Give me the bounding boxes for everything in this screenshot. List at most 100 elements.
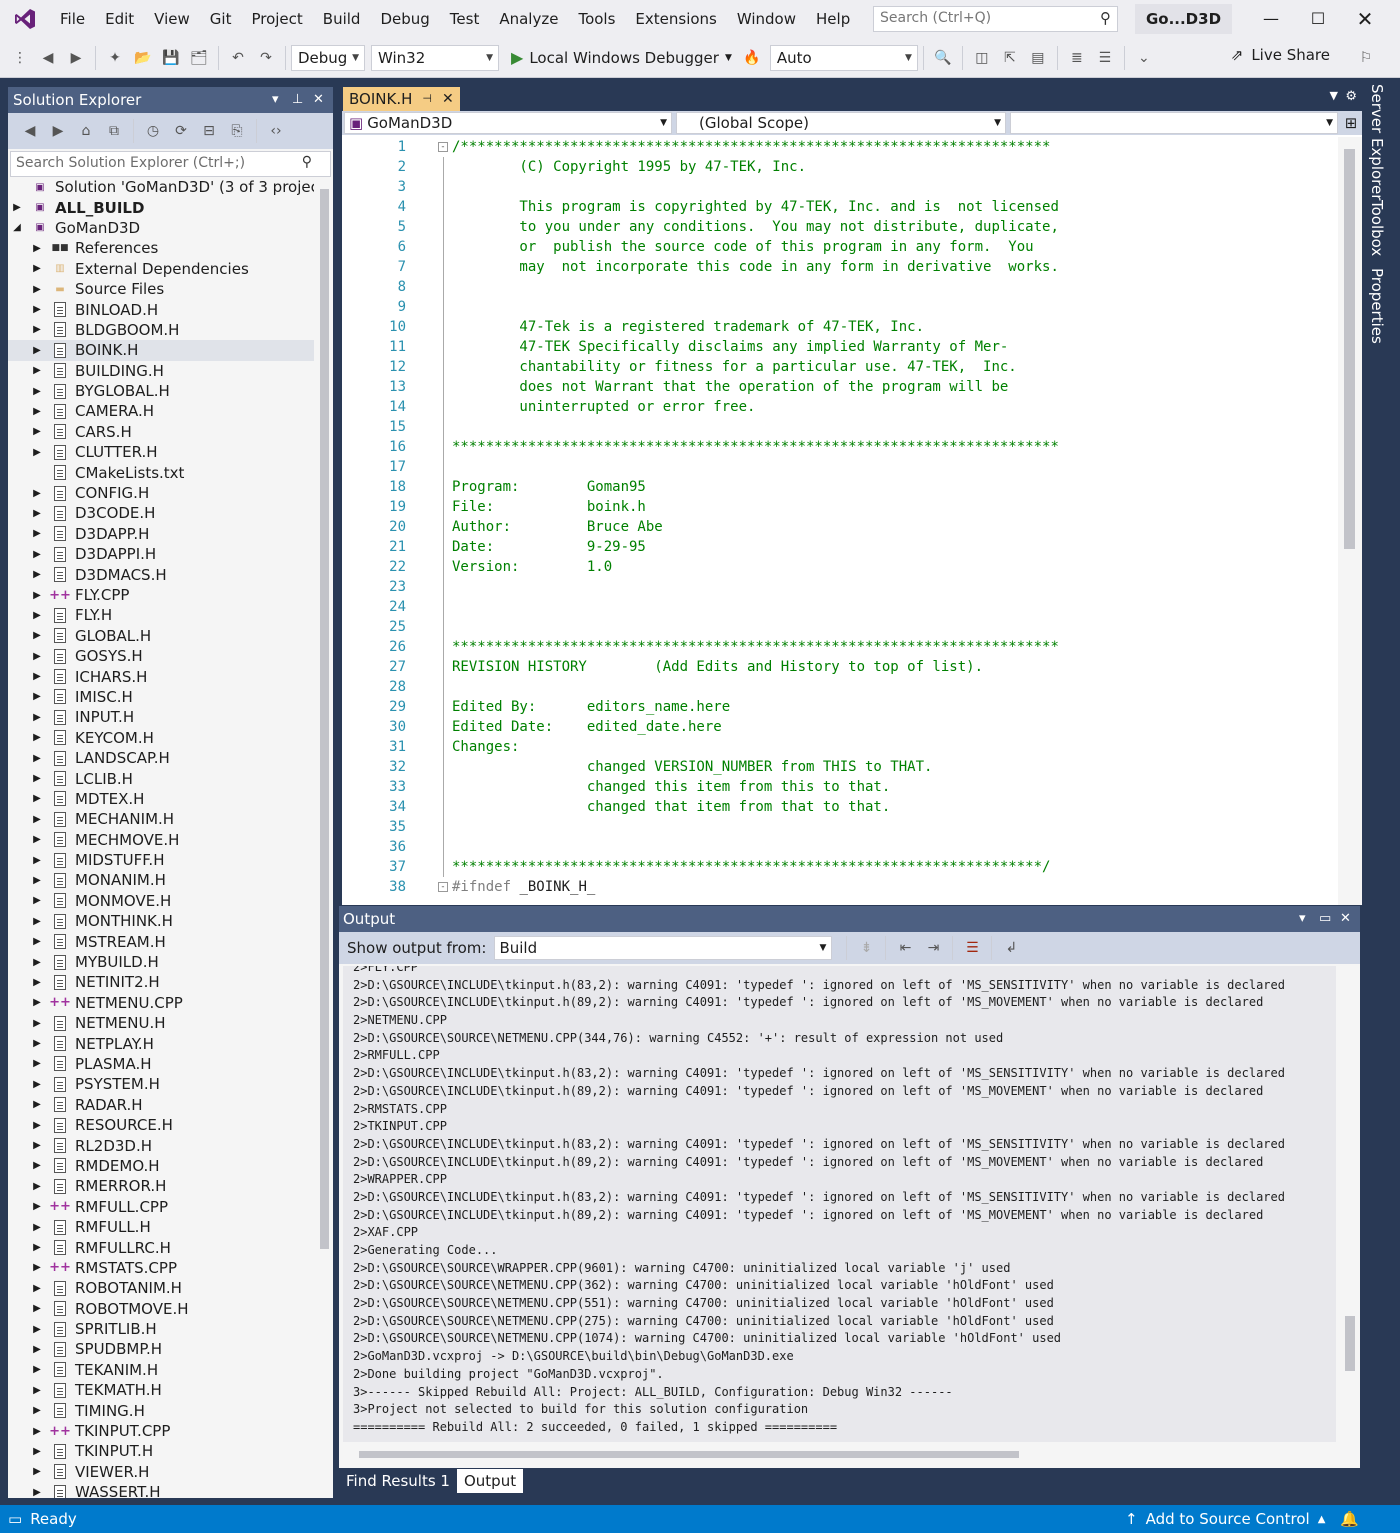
panel-options-icon[interactable]: ▾	[1299, 906, 1306, 932]
scrollbar-thumb[interactable]	[320, 189, 329, 1249]
collapsed-arrow-icon[interactable]: ▶	[30, 386, 44, 397]
close-tab-icon[interactable]: ✕	[442, 87, 454, 111]
tree-file[interactable]: ▶ RESOURCE.H	[8, 1115, 314, 1135]
collapsed-arrow-icon[interactable]: ▶	[30, 855, 44, 866]
tree-file[interactable]: ▶ IMISC.H	[8, 687, 314, 707]
collapsed-arrow-icon[interactable]: ▶	[30, 508, 44, 519]
collapsed-arrow-icon[interactable]: ▶	[30, 1262, 44, 1273]
tree-project-gomand3d[interactable]: ◢ ▣ GoManD3D	[8, 218, 314, 238]
collapsed-arrow-icon[interactable]: ▶	[30, 651, 44, 662]
tree-file[interactable]: ▶ D3DMACS.H	[8, 564, 314, 584]
tree-file[interactable]: ▶ BOINK.H	[8, 340, 314, 361]
tree-file[interactable]: ▶ GLOBAL.H	[8, 626, 314, 646]
collapsed-arrow-icon[interactable]: ▶	[30, 895, 44, 906]
clear-all-icon[interactable]: ☰	[960, 936, 984, 960]
tab-server-explorer[interactable]: Server Explorer	[1368, 84, 1386, 200]
collapsed-arrow-icon[interactable]: ▶	[30, 590, 44, 601]
member-dropdown[interactable]: ▼	[1010, 112, 1338, 134]
tab-list-icon[interactable]: ▼	[1330, 89, 1338, 102]
collapsed-arrow-icon[interactable]: ▶	[30, 814, 44, 825]
scrollbar-thumb[interactable]	[1345, 1316, 1355, 1371]
find-in-files-icon[interactable]: 🔍	[931, 46, 955, 70]
browser-icon[interactable]: ◫	[970, 46, 994, 70]
uncomment-lines-icon[interactable]: ☰	[1093, 46, 1117, 70]
toolbar-overflow-icon[interactable]: ⌄	[1132, 46, 1156, 70]
navigate-forward-icon[interactable]: ▶	[64, 46, 88, 70]
collapsed-arrow-icon[interactable]: ▶	[30, 304, 44, 315]
tree-file[interactable]: ▶ ++ FLY.CPP	[8, 585, 314, 605]
tree-file[interactable]: ▶ RMDEMO.H	[8, 1156, 314, 1176]
collapsed-arrow-icon[interactable]: ▶	[30, 488, 44, 499]
back-icon[interactable]: ◀	[18, 119, 42, 143]
collapsed-arrow-icon[interactable]: ▶	[30, 1201, 44, 1212]
tree-file[interactable]: ▶ ++ NETMENU.CPP	[8, 993, 314, 1013]
tree-file[interactable]: ▶ LCLIB.H	[8, 768, 314, 788]
collapsed-arrow-icon[interactable]: ▶	[30, 712, 44, 723]
collapsed-arrow-icon[interactable]: ▶	[30, 875, 44, 886]
editor-tab-boink[interactable]: BOINK.H ⊣ ✕	[343, 87, 460, 111]
collapsed-arrow-icon[interactable]: ▶	[30, 263, 44, 274]
collapsed-arrow-icon[interactable]: ▶	[30, 324, 44, 335]
collapsed-arrow-icon[interactable]: ▶	[30, 753, 44, 764]
collapsed-arrow-icon[interactable]: ▶	[30, 773, 44, 784]
notifications-bell-icon[interactable]: 🔔	[1340, 1510, 1359, 1528]
auto-dropdown[interactable]: Auto ▼	[769, 44, 918, 71]
collapsed-arrow-icon[interactable]: ▶	[30, 691, 44, 702]
collapsed-arrow-icon[interactable]: ▶	[30, 365, 44, 376]
collapsed-arrow-icon[interactable]: ▶	[30, 1018, 44, 1029]
tree-file[interactable]: ▶ KEYCOM.H	[8, 728, 314, 748]
collapsed-arrow-icon[interactable]: ▶	[30, 630, 44, 641]
project-dropdown[interactable]: ▣ GoManD3D ▼	[344, 112, 672, 134]
collapsed-arrow-icon[interactable]: ▶	[10, 202, 24, 213]
tree-file[interactable]: ▶ BLDGBOOM.H	[8, 320, 314, 340]
tree-file[interactable]: ▶ NETPLAY.H	[8, 1033, 314, 1053]
tree-file[interactable]: ▶ INPUT.H	[8, 707, 314, 727]
tree-solution[interactable]: ▣ Solution 'GoManD3D' (3 of 3 projects)	[8, 177, 314, 197]
close-icon[interactable]: ✕	[1342, 0, 1388, 38]
tab-properties[interactable]: Properties	[1368, 268, 1386, 344]
collapsed-arrow-icon[interactable]: ▶	[30, 447, 44, 458]
menu-help[interactable]: Help	[806, 0, 860, 38]
tree-file[interactable]: ▶ PLASMA.H	[8, 1054, 314, 1074]
tab-output[interactable]: Output	[456, 1469, 524, 1493]
maximize-icon[interactable]: ☐	[1295, 0, 1341, 38]
collapsed-arrow-icon[interactable]: ▶	[30, 1058, 44, 1069]
collapsed-arrow-icon[interactable]: ▶	[30, 732, 44, 743]
tree-folder[interactable]: ▶ ■■ References	[8, 238, 314, 258]
forward-icon[interactable]: ▶	[46, 119, 70, 143]
tree-file[interactable]: ▶ D3DAPPI.H	[8, 544, 314, 564]
maximize-panel-icon[interactable]: ▭	[1319, 906, 1331, 932]
collapsed-arrow-icon[interactable]: ▶	[30, 1181, 44, 1192]
tree-file[interactable]: ▶ BYGLOBAL.H	[8, 381, 314, 401]
menu-debug[interactable]: Debug	[370, 0, 439, 38]
collapsed-arrow-icon[interactable]: ▶	[30, 957, 44, 968]
tree-file[interactable]: ▶ WASSERT.H	[8, 1482, 314, 1498]
collapsed-arrow-icon[interactable]: ▶	[30, 426, 44, 437]
tree-file[interactable]: ▶ MONMOVE.H	[8, 891, 314, 911]
menu-extensions[interactable]: Extensions	[625, 0, 726, 38]
collapsed-arrow-icon[interactable]: ▶	[30, 1303, 44, 1314]
collapsed-arrow-icon[interactable]: ▶	[30, 1487, 44, 1498]
show-all-files-icon[interactable]: ⎘	[225, 119, 249, 143]
tree-file[interactable]: ▶ D3CODE.H	[8, 503, 314, 523]
menu-edit[interactable]: Edit	[95, 0, 144, 38]
tree-file[interactable]: ▶ RADAR.H	[8, 1095, 314, 1115]
tree-file[interactable]: ▶ ++ TKINPUT.CPP	[8, 1421, 314, 1441]
feedback-icon[interactable]: ⚐	[1354, 46, 1378, 70]
collapsed-arrow-icon[interactable]: ▶	[30, 1385, 44, 1396]
tab-toolbox[interactable]: Toolbox	[1368, 200, 1386, 256]
tree-file[interactable]: ▶ NETMENU.H	[8, 1013, 314, 1033]
tree-file[interactable]: ▶ ++ RMFULL.CPP	[8, 1197, 314, 1217]
output-vertical-scrollbar[interactable]	[1342, 966, 1358, 1442]
tree-file[interactable]: ▶ CARS.H	[8, 422, 314, 442]
minimize-icon[interactable]: —	[1248, 0, 1294, 38]
tree-file[interactable]: ▶ RMFULL.H	[8, 1217, 314, 1237]
collapsed-arrow-icon[interactable]: ▶	[30, 997, 44, 1008]
close-panel-icon[interactable]: ✕	[313, 87, 324, 113]
hot-reload-icon[interactable]: 🔥	[740, 46, 764, 70]
collapsed-arrow-icon[interactable]: ▶	[30, 916, 44, 927]
collapsed-arrow-icon[interactable]: ▶	[30, 1466, 44, 1477]
output-text-area[interactable]: 2>FLY.CPP 2>D:\GSOURCE\INCLUDE\tkinput.h(…	[343, 966, 1336, 1442]
scrollbar-thumb[interactable]	[359, 1451, 1019, 1458]
scrollbar-thumb[interactable]	[1344, 149, 1355, 549]
